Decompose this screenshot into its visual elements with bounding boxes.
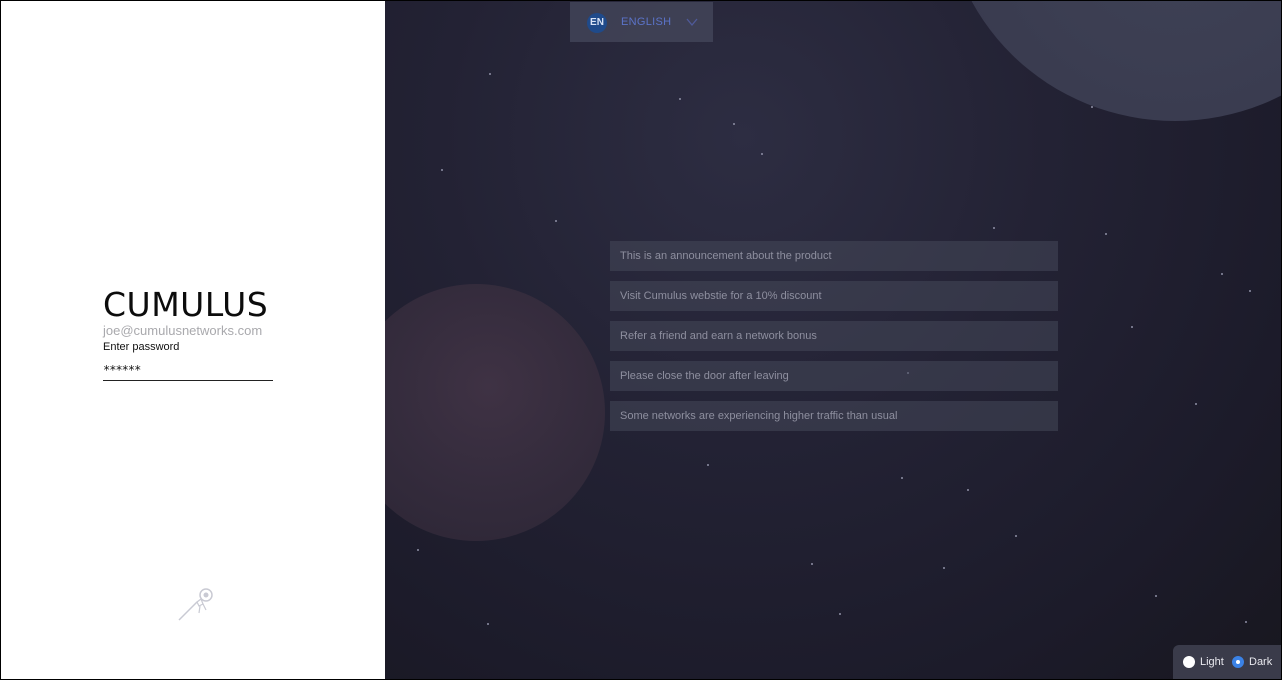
dark-label: Dark xyxy=(1249,656,1273,668)
announcement-item: Refer a friend and earn a network bonus xyxy=(610,321,1058,351)
language-code-badge: EN xyxy=(587,13,607,33)
star xyxy=(1155,595,1157,597)
rocket-icon xyxy=(178,588,213,621)
star xyxy=(901,477,903,479)
star xyxy=(487,623,489,625)
user-email: joe@cumulusnetworks.com xyxy=(103,323,263,338)
star xyxy=(489,73,491,75)
star xyxy=(1015,535,1017,537)
star xyxy=(1249,290,1251,292)
login-panel: CUMULUS joe@cumulusnetworks.com Enter pa… xyxy=(1,1,385,679)
star xyxy=(1195,403,1197,405)
dark-radio[interactable] xyxy=(1232,656,1244,668)
planet-purple xyxy=(385,284,605,541)
star xyxy=(811,563,813,565)
star xyxy=(1091,106,1093,108)
announcement-item: Some networks are experiencing higher tr… xyxy=(610,401,1058,431)
language-name: ENGLISH xyxy=(621,16,672,28)
theme-option-light[interactable]: Light xyxy=(1183,655,1224,669)
star xyxy=(1245,621,1247,623)
star xyxy=(1131,326,1133,328)
star xyxy=(1221,273,1223,275)
star xyxy=(417,549,419,551)
announcement-list: This is an announcement about the produc… xyxy=(610,241,1058,441)
light-radio[interactable] xyxy=(1183,656,1195,668)
light-label: Light xyxy=(1200,656,1224,668)
app-window: CUMULUS joe@cumulusnetworks.com Enter pa… xyxy=(0,0,1282,680)
star xyxy=(679,98,681,100)
star xyxy=(733,123,735,125)
announcement-item: Visit Cumulus webstie for a 10% discount xyxy=(610,281,1058,311)
star xyxy=(839,613,841,615)
chevron-down-icon[interactable] xyxy=(684,14,700,30)
theme-switcher: Light Dark xyxy=(1173,645,1281,679)
star xyxy=(555,220,557,222)
theme-option-dark[interactable]: Dark xyxy=(1232,655,1272,669)
star xyxy=(441,169,443,171)
star xyxy=(707,464,709,466)
announcement-item: Please close the door after leaving xyxy=(610,361,1058,391)
planet-large xyxy=(945,1,1281,121)
star xyxy=(761,153,763,155)
login-form: CUMULUS joe@cumulusnetworks.com Enter pa… xyxy=(103,287,303,381)
star xyxy=(993,227,995,229)
language-selector[interactable]: EN ENGLISH xyxy=(570,2,713,42)
password-label: Enter password xyxy=(103,341,180,353)
brand-logo: CUMULUS xyxy=(103,285,269,324)
star xyxy=(943,567,945,569)
star xyxy=(967,489,969,491)
announcement-item: This is an announcement about the produc… xyxy=(610,241,1058,271)
space-background: EN ENGLISH This is an announcement about… xyxy=(385,1,1281,679)
star xyxy=(1105,233,1107,235)
password-field[interactable] xyxy=(103,360,273,381)
